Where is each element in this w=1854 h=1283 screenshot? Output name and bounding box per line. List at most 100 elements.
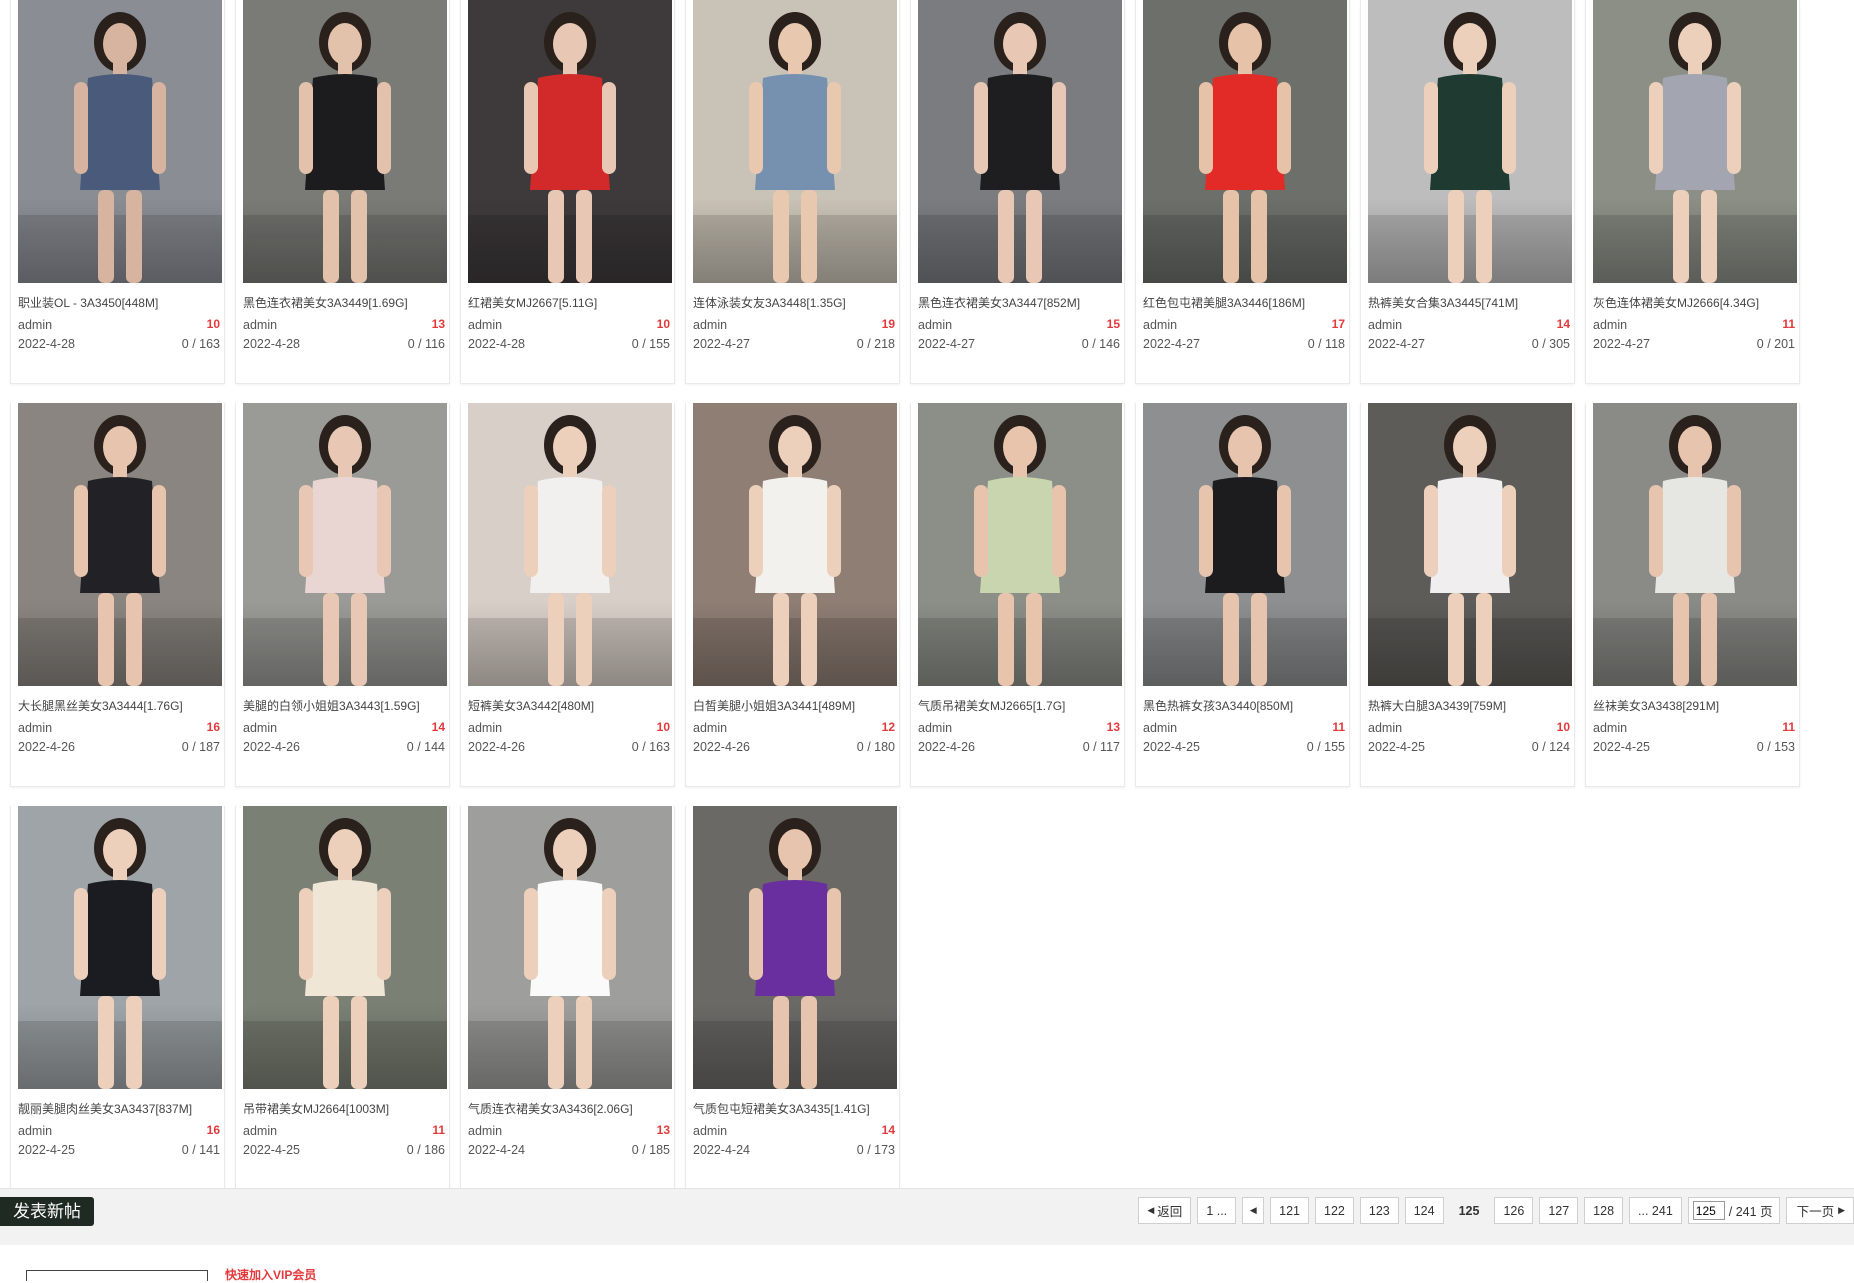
thread-author[interactable]: admin [468,1124,502,1138]
thread-thumbnail[interactable] [1143,0,1347,283]
thread-thumbnail[interactable] [1368,403,1572,686]
thread-card[interactable]: 红裙美女MJ2667[5.11G] admin 10 2022-4-28 0 /… [460,0,675,384]
vip-link[interactable]: 快速加入VIP会员 [225,1266,316,1283]
thread-title[interactable]: 职业装OL - 3A3450[448M] [18,295,222,311]
thread-date: 2022-4-25 [243,1143,300,1157]
thread-author[interactable]: admin [1368,721,1402,735]
thread-title[interactable]: 靓丽美腿肉丝美女3A3437[837M] [18,1101,222,1117]
thread-title[interactable]: 美腿的白领小姐姐3A3443[1.59G] [243,698,447,714]
thread-title[interactable]: 热裤美女合集3A3445[741M] [1368,295,1572,311]
thread-card[interactable]: 灰色连体裙美女MJ2666[4.34G] admin 11 2022-4-27 … [1585,0,1800,384]
thread-card[interactable]: 短裤美女3A3442[480M] admin 10 2022-4-26 0 / … [460,403,675,787]
thread-thumbnail[interactable] [468,0,672,283]
thread-author[interactable]: admin [693,318,727,332]
page-link[interactable]: 123 [1359,1197,1399,1224]
thread-card[interactable]: 气质吊裙美女MJ2665[1.7G] admin 13 2022-4-26 0 … [910,403,1125,787]
thumbnail-figure-image [1593,415,1797,686]
thread-thumbnail[interactable] [693,0,897,283]
thread-title[interactable]: 红裙美女MJ2667[5.11G] [468,295,672,311]
thread-thumbnail[interactable] [243,403,447,686]
thread-author[interactable]: admin [918,721,952,735]
thread-card[interactable]: 美腿的白领小姐姐3A3443[1.59G] admin 14 2022-4-26… [235,403,450,787]
thread-title[interactable]: 黑色连衣裙美女3A3447[852M] [918,295,1122,311]
thread-author[interactable]: admin [918,318,952,332]
thread-card[interactable]: 气质包屯短裙美女3A3435[1.41G] admin 14 2022-4-24… [685,806,900,1190]
thread-thumbnail[interactable] [918,403,1122,686]
thread-author[interactable]: admin [18,318,52,332]
thread-date: 2022-4-28 [243,337,300,351]
thread-thumbnail[interactable] [1593,403,1797,686]
thread-title[interactable]: 吊带裙美女MJ2664[1003M] [243,1101,447,1117]
thread-card[interactable]: 黑色热裤女孩3A3440[850M] admin 11 2022-4-25 0 … [1135,403,1350,787]
thread-card[interactable]: 热裤大白腿3A3439[759M] admin 10 2022-4-25 0 /… [1360,403,1575,787]
thread-author[interactable]: admin [468,721,502,735]
thread-author[interactable]: admin [18,721,52,735]
thread-card[interactable]: 连体泳装女友3A3448[1.35G] admin 19 2022-4-27 0… [685,0,900,384]
page-link[interactable]: 128 [1584,1197,1624,1224]
thread-title[interactable]: 气质连衣裙美女3A3436[2.06G] [468,1101,672,1117]
thread-author[interactable]: admin [1593,318,1627,332]
thread-thumbnail[interactable] [18,0,222,283]
thread-author[interactable]: admin [1143,721,1177,735]
thread-title[interactable]: 热裤大白腿3A3439[759M] [1368,698,1572,714]
page-link[interactable]: 127 [1539,1197,1579,1224]
thread-title[interactable]: 气质包屯短裙美女3A3435[1.41G] [693,1101,897,1117]
thread-thumbnail[interactable] [1593,0,1797,283]
page-link[interactable]: 122 [1315,1197,1354,1224]
scrollbar[interactable] [1840,0,1854,1190]
thread-thumbnail[interactable] [693,806,897,1089]
thread-title[interactable]: 黑色连衣裙美女3A3449[1.69G] [243,295,447,311]
thread-card[interactable]: 黑色连衣裙美女3A3447[852M] admin 15 2022-4-27 0… [910,0,1125,384]
thread-title[interactable]: 气质吊裙美女MJ2665[1.7G] [918,698,1122,714]
page-last[interactable]: ... 241 [1629,1197,1682,1224]
new-post-button[interactable]: 发表新帖 [0,1197,94,1226]
thread-author[interactable]: admin [693,1124,727,1138]
thread-thumbnail[interactable] [1143,403,1347,686]
thread-card[interactable]: 吊带裙美女MJ2664[1003M] admin 11 2022-4-25 0 … [235,806,450,1190]
page-link[interactable]: 126 [1494,1197,1534,1224]
thread-card[interactable]: 职业装OL - 3A3450[448M] admin 10 2022-4-28 … [10,0,225,384]
prev-page-button[interactable]: ◀ [1242,1197,1265,1224]
thread-title[interactable]: 灰色连体裙美女MJ2666[4.34G] [1593,295,1797,311]
thread-thumbnail[interactable] [243,0,447,283]
thread-title[interactable]: 短裤美女3A3442[480M] [468,698,672,714]
thread-title[interactable]: 连体泳装女友3A3448[1.35G] [693,295,897,311]
thread-card[interactable]: 白皙美腿小姐姐3A3441[489M] admin 12 2022-4-26 0… [685,403,900,787]
page-link[interactable]: 124 [1404,1197,1444,1224]
thread-title[interactable]: 红色包屯裙美腿3A3446[186M] [1143,295,1347,311]
reply-view-stats: 0 / 173 [856,1143,895,1157]
thread-thumbnail[interactable] [1368,0,1572,283]
thread-author[interactable]: admin [468,318,502,332]
thread-thumbnail[interactable] [243,806,447,1089]
thread-thumbnail[interactable] [468,806,672,1089]
thread-card[interactable]: 气质连衣裙美女3A3436[2.06G] admin 13 2022-4-24 … [460,806,675,1190]
thread-author[interactable]: admin [693,721,727,735]
page-link[interactable]: 121 [1270,1197,1310,1224]
thread-thumbnail[interactable] [468,403,672,686]
back-button[interactable]: ◀ 返回 [1138,1197,1192,1224]
thread-card[interactable]: 大长腿黑丝美女3A3444[1.76G] admin 16 2022-4-26 … [10,403,225,787]
thread-author[interactable]: admin [1368,318,1402,332]
thread-card[interactable]: 靓丽美腿肉丝美女3A3437[837M] admin 16 2022-4-25 … [10,806,225,1190]
page-jump-input[interactable] [1692,1201,1725,1220]
thread-author[interactable]: admin [1143,318,1177,332]
thread-thumbnail[interactable] [18,403,222,686]
thread-card[interactable]: 黑色连衣裙美女3A3449[1.69G] admin 13 2022-4-28 … [235,0,450,384]
thread-author[interactable]: admin [18,1124,52,1138]
thread-title[interactable]: 白皙美腿小姐姐3A3441[489M] [693,698,897,714]
thread-title[interactable]: 大长腿黑丝美女3A3444[1.76G] [18,698,222,714]
thread-author[interactable]: admin [243,721,277,735]
thread-thumbnail[interactable] [18,806,222,1089]
thread-thumbnail[interactable] [918,0,1122,283]
next-page-button[interactable]: 下一页 ▶ [1785,1197,1854,1224]
thread-author[interactable]: admin [1593,721,1627,735]
thread-card[interactable]: 丝袜美女3A3438[291M] admin 11 2022-4-25 0 / … [1585,403,1800,787]
thread-author[interactable]: admin [243,1124,277,1138]
thread-author[interactable]: admin [243,318,277,332]
thread-title[interactable]: 丝袜美女3A3438[291M] [1593,698,1797,714]
thread-thumbnail[interactable] [693,403,897,686]
thread-card[interactable]: 热裤美女合集3A3445[741M] admin 14 2022-4-27 0 … [1360,0,1575,384]
thread-card[interactable]: 红色包屯裙美腿3A3446[186M] admin 17 2022-4-27 0… [1135,0,1350,384]
thread-title[interactable]: 黑色热裤女孩3A3440[850M] [1143,698,1347,714]
page-first[interactable]: 1 ... [1197,1197,1237,1224]
